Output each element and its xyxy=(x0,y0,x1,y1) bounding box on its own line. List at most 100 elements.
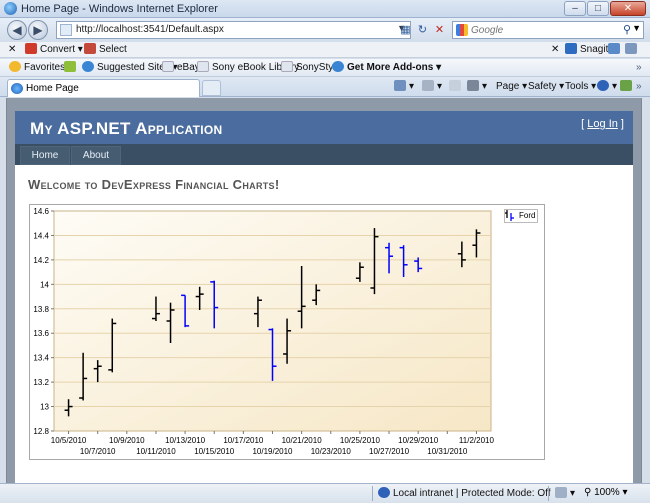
protected-mode-button[interactable]: ▾ xyxy=(555,487,575,501)
mail-icon xyxy=(449,80,461,91)
y-tick-label: 13.2 xyxy=(33,378,49,387)
add-icon xyxy=(64,61,76,72)
status-bar: Local intranet | Protected Mode: Off ▾ ⚲… xyxy=(0,483,650,503)
print-button[interactable]: ▾ xyxy=(467,80,487,94)
home-button[interactable]: ▾ xyxy=(394,80,414,94)
forward-arrow-icon: ▶ xyxy=(33,23,43,37)
status-divider xyxy=(372,486,373,501)
address-bar[interactable]: http://localhost:3541/Default.aspx ▼ xyxy=(56,21,411,39)
favorites-star-icon xyxy=(9,61,21,72)
x-tick-label: 10/25/2010 xyxy=(340,436,381,445)
window-controls: – □ ✕ xyxy=(564,1,646,16)
ie-page-icon xyxy=(332,61,344,72)
x-tick-label: 10/13/2010 xyxy=(165,436,206,445)
back-button[interactable]: ◀ xyxy=(7,20,27,40)
minimize-button[interactable]: – xyxy=(564,1,586,16)
feeds-button[interactable]: ▾ xyxy=(422,80,442,94)
minimize-icon: – xyxy=(572,3,578,14)
settings-icon xyxy=(625,43,637,54)
snagit-icon xyxy=(565,43,577,54)
addons-link[interactable]: Get More Add-ons ▾ xyxy=(332,61,441,75)
command-bar: ✕ Convert ▾ Select ✕ Snagit xyxy=(0,42,650,58)
web-page: My ASP.NET Application [ Log In ] Home A… xyxy=(15,111,633,483)
x-tick-label: 10/11/2010 xyxy=(136,447,176,456)
x-tick-label: 10/29/2010 xyxy=(398,436,439,445)
lock-icon xyxy=(555,487,567,498)
url-text[interactable]: http://localhost:3541/Default.aspx xyxy=(76,24,224,35)
y-tick-label: 13.6 xyxy=(33,329,49,338)
stop-button[interactable]: ✕ xyxy=(432,22,447,38)
select-icon xyxy=(84,43,96,54)
x-tick-label: 10/7/2010 xyxy=(80,447,116,456)
financial-chart: 12.8 13 13.2 13.4 13.6 13.8 14 14.2 14.4 14.6 10/… xyxy=(29,204,545,460)
search-dropdown-icon[interactable]: ▼ xyxy=(632,23,641,33)
safety-menu[interactable]: Safety ▾ xyxy=(528,80,564,94)
security-zone[interactable]: Local intranet | Protected Mode: Off xyxy=(378,487,551,499)
snagit-button[interactable]: Snagit xyxy=(565,43,608,57)
help-icon xyxy=(597,80,609,91)
tools-menu[interactable]: Tools ▾ xyxy=(565,80,596,94)
research-button[interactable] xyxy=(620,80,635,94)
y-tick-label: 14.6 xyxy=(33,207,49,216)
login-bracket-close: ] xyxy=(617,118,624,130)
refresh-button[interactable]: ↻ xyxy=(415,22,430,38)
compatibility-view-button[interactable]: ▦ xyxy=(398,22,413,38)
ebay-link[interactable]: eBay xyxy=(162,61,200,75)
y-tick-label: 14.2 xyxy=(33,256,49,265)
close-icon: ✕ xyxy=(623,3,633,14)
chart-svg: 12.8 13 13.2 13.4 13.6 13.8 14 14.2 14.4 14.6 10/… xyxy=(33,207,495,456)
site-title: My ASP.NET Application xyxy=(30,119,223,138)
menu-item-about[interactable]: About xyxy=(71,146,121,165)
maximize-button[interactable]: □ xyxy=(587,1,609,16)
favorites-bar: Favorites Suggested Sites ▾ eBay Sony eB… xyxy=(0,59,650,77)
x-tick-label: 10/27/2010 xyxy=(369,447,410,456)
select-button[interactable]: Select xyxy=(84,43,127,57)
login-area: [ Log In ] xyxy=(581,118,624,130)
close-button[interactable]: ✕ xyxy=(610,1,646,16)
convert-button[interactable]: Convert ▾ xyxy=(25,43,83,57)
favorites-button[interactable]: Favorites xyxy=(9,61,65,75)
ie-page-icon xyxy=(11,83,23,94)
chevron-more-icon[interactable]: » xyxy=(636,61,642,75)
tab-bar: Home Page ▾ ▾ ▾ Page ▾ Safety ▾ Tools ▾ … xyxy=(0,77,650,97)
menu-item-home[interactable]: Home xyxy=(20,146,70,165)
y-tick-label: 14.4 xyxy=(33,231,49,240)
help-button[interactable]: ▾ xyxy=(597,80,617,94)
close-toolbar-icon[interactable]: ✕ xyxy=(8,43,16,57)
site-header: My ASP.NET Application [ Log In ] xyxy=(15,111,633,144)
y-tick-label: 13.8 xyxy=(33,305,49,314)
browser-viewport: My ASP.NET Application [ Log In ] Home A… xyxy=(6,98,642,483)
snagit-settings-icon[interactable] xyxy=(625,43,640,57)
forward-button[interactable]: ▶ xyxy=(28,20,48,40)
x-tick-label: 10/31/2010 xyxy=(427,447,468,456)
search-box[interactable]: ⚲ ▼ xyxy=(452,21,644,39)
page-heading: Welcome to DevExpress Financial Charts! xyxy=(28,177,280,192)
new-tab-button[interactable] xyxy=(202,80,221,96)
x-tick-label: 10/21/2010 xyxy=(282,436,323,445)
plot-area xyxy=(53,210,492,432)
tab-home-page[interactable]: Home Page xyxy=(7,79,200,97)
login-link[interactable]: Log In xyxy=(587,118,618,130)
chevron-more-icon[interactable]: » xyxy=(636,80,642,94)
navigation-bar: ◀ ▶ http://localhost:3541/Default.aspx ▼… xyxy=(0,18,650,42)
x-tick-label: 10/19/2010 xyxy=(252,447,293,456)
legend-label: Ford xyxy=(519,211,536,220)
page-menu[interactable]: Page ▾ xyxy=(496,80,527,94)
x-tick-label: 10/5/2010 xyxy=(51,436,87,445)
zoom-control[interactable]: ⚲ 100% ▾ xyxy=(584,487,628,498)
close-snagit-icon[interactable]: ✕ xyxy=(551,43,559,57)
search-input[interactable] xyxy=(471,23,611,37)
x-tick-label: 10/9/2010 xyxy=(109,436,145,445)
maximize-icon: □ xyxy=(594,3,602,14)
search-icon[interactable]: ⚲ xyxy=(623,23,631,36)
page-icon xyxy=(197,61,209,72)
zoom-icon: ⚲ xyxy=(584,487,595,498)
x-tick-label: 10/17/2010 xyxy=(223,436,264,445)
x-tick-label: 11/2/2010 xyxy=(459,436,495,445)
page-icon xyxy=(162,61,174,72)
read-mail-button[interactable] xyxy=(449,80,464,94)
snagit-capture-icon[interactable] xyxy=(608,43,623,57)
add-favorites-icon[interactable] xyxy=(64,61,79,75)
y-tick-label: 13 xyxy=(40,403,49,412)
chart-legend: Ford xyxy=(504,209,538,223)
